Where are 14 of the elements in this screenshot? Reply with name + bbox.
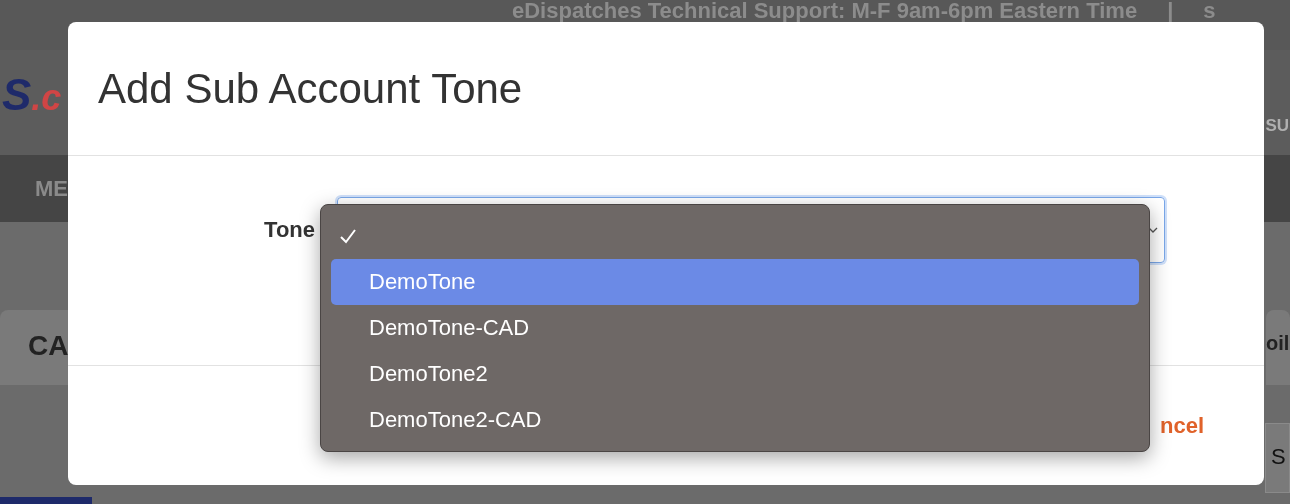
nav-item[interactable]: ME	[35, 175, 68, 202]
dropdown-option[interactable]: DemoTone-CAD	[331, 305, 1139, 351]
dialog-title: Add Sub Account Tone	[98, 64, 523, 113]
cancel-link[interactable]: ncel	[1159, 412, 1204, 439]
logo: S.c	[2, 70, 62, 120]
field-label: Tone	[263, 217, 315, 243]
dropdown-option[interactable]: DemoTone2-CAD	[331, 397, 1139, 443]
separator-text: |	[1167, 0, 1174, 22]
tone-select[interactable]	[337, 197, 1165, 263]
dropdown-option[interactable]: DemoTone	[331, 259, 1139, 305]
tab[interactable]: oil	[1266, 310, 1290, 385]
dropdown-option[interactable]: DemoTone2	[331, 351, 1139, 397]
header-text: SU	[1265, 116, 1289, 136]
side-panel: S	[1265, 423, 1290, 493]
